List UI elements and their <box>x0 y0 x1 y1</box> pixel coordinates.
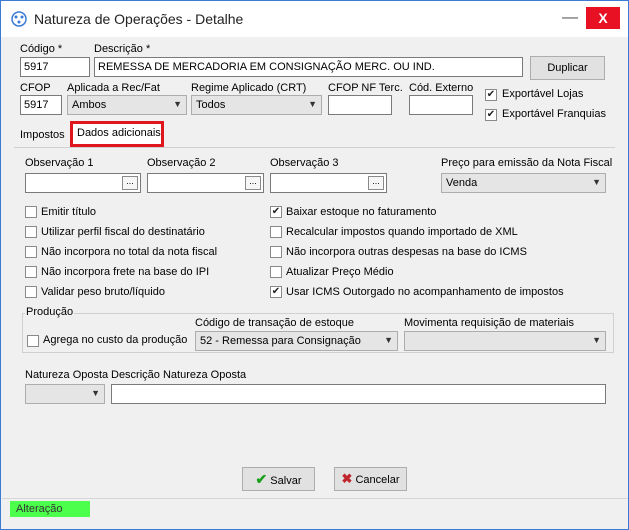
nao-incorpora-frete-label: Não incorpora frete na base do IPI <box>41 266 210 278</box>
tab-divider <box>14 147 615 148</box>
chevron-down-icon: ▼ <box>592 335 601 345</box>
cfop-label: CFOP <box>20 82 51 94</box>
obs1-ellipsis-button[interactable]: ... <box>122 176 138 190</box>
obs1-label: Observação 1 <box>25 157 94 169</box>
cod-externo-field[interactable] <box>409 95 473 115</box>
descricao-oposta-field[interactable] <box>111 384 606 404</box>
movimenta-label: Movimenta requisição de materiais <box>404 317 574 329</box>
regime-value: Todos <box>196 99 226 111</box>
codigo-transacao-label: Código de transação de estoque <box>195 317 355 329</box>
aplicada-value: Ambos <box>72 99 107 111</box>
codigo-field[interactable]: 5917 <box>20 57 90 77</box>
nao-incorpora-total-label: Não incorpora no total da nota fiscal <box>41 246 218 258</box>
cfop-field[interactable]: 5917 <box>20 95 62 115</box>
validar-peso-checkbox[interactable] <box>25 286 37 298</box>
salvar-button[interactable]: ✔ Salvar <box>242 467 315 491</box>
salvar-label: Salvar <box>270 475 302 487</box>
natureza-oposta-label: Natureza Oposta <box>25 369 109 381</box>
status-badge: Alteração <box>10 501 90 517</box>
app-icon <box>11 11 27 27</box>
minimize-button[interactable]: — <box>556 7 584 29</box>
descricao-label: Descrição * <box>94 43 151 55</box>
outras-despesas-checkbox[interactable] <box>270 246 282 258</box>
preco-select[interactable]: Venda ▼ <box>441 173 606 193</box>
aplicada-select[interactable]: Ambos ▼ <box>67 95 187 115</box>
agrega-custo-checkbox[interactable] <box>27 335 39 347</box>
movimenta-select[interactable]: ▼ <box>404 331 606 351</box>
baixar-estoque-checkbox[interactable]: ✔ <box>270 206 282 218</box>
perfil-fiscal-label: Utilizar perfil fiscal do destinatário <box>41 226 205 238</box>
status-bar <box>2 498 628 520</box>
chevron-down-icon: ▼ <box>91 388 100 398</box>
descricao-oposta-label: Descrição Natureza Oposta <box>111 369 247 381</box>
preco-label: Preço para emissão da Nota Fiscal <box>441 157 613 169</box>
checkmark-icon: ✔ <box>255 471 268 487</box>
cancel-x-icon: ✖ <box>341 471 353 486</box>
close-button[interactable]: X <box>586 7 620 29</box>
obs2-ellipsis-button[interactable]: ... <box>245 176 261 190</box>
chevron-down-icon: ▼ <box>384 335 393 345</box>
tab-impostos[interactable]: Impostos <box>16 129 69 141</box>
exportavel-lojas-label: Exportável Lojas <box>502 88 584 100</box>
chevron-down-icon: ▼ <box>308 99 317 109</box>
codigo-transacao-select[interactable]: 52 - Remessa para Consignação ▼ <box>195 331 398 351</box>
atualizar-preco-label: Atualizar Preço Médio <box>286 266 394 278</box>
obs3-ellipsis-button[interactable]: ... <box>368 176 384 190</box>
regime-select[interactable]: Todos ▼ <box>191 95 322 115</box>
cancelar-label: Cancelar <box>355 474 400 486</box>
outras-despesas-label: Não incorpora outras despesas na base do… <box>286 246 527 258</box>
cancelar-button[interactable]: ✖ Cancelar <box>334 467 407 491</box>
validar-peso-label: Validar peso bruto/líquido <box>41 286 165 298</box>
aplicada-label: Aplicada a Rec/Fat <box>67 82 160 94</box>
duplicar-button[interactable]: Duplicar <box>530 56 605 80</box>
exportavel-franquias-label: Exportável Franquias <box>502 108 606 120</box>
obs2-label: Observação 2 <box>147 157 216 169</box>
icms-outorgado-checkbox[interactable]: ✔ <box>270 286 282 298</box>
window-title: Natureza de Operações - Detalhe <box>34 11 244 27</box>
emitir-titulo-checkbox[interactable] <box>25 206 37 218</box>
agrega-custo-label: Agrega no custo da produção <box>43 334 188 346</box>
exportavel-lojas-checkbox[interactable]: ✔ <box>485 89 497 101</box>
natureza-oposta-select[interactable]: ▼ <box>25 384 105 404</box>
cfop-nf-field[interactable] <box>328 95 392 115</box>
cod-externo-label: Cód. Externo <box>409 82 474 94</box>
nao-incorpora-frete-checkbox[interactable] <box>25 266 37 278</box>
codigo-transacao-value: 52 - Remessa para Consignação <box>200 335 361 347</box>
tab-dados-adicionais[interactable]: Dados adicionais <box>73 127 165 139</box>
recalcular-impostos-checkbox[interactable] <box>270 226 282 238</box>
atualizar-preco-checkbox[interactable] <box>270 266 282 278</box>
chevron-down-icon: ▼ <box>173 99 182 109</box>
baixar-estoque-label: Baixar estoque no faturamento <box>286 206 437 218</box>
producao-label: Produção <box>25 306 75 318</box>
recalcular-impostos-label: Recalcular impostos quando importado de … <box>286 226 518 238</box>
cfop-nf-label: CFOP NF Terc. <box>328 82 403 94</box>
regime-label: Regime Aplicado (CRT) <box>191 82 307 94</box>
title-bar: Natureza de Operações - Detalhe — X <box>1 1 628 37</box>
codigo-label: Código * <box>20 43 63 55</box>
exportavel-franquias-checkbox[interactable]: ✔ <box>485 109 497 121</box>
obs3-label: Observação 3 <box>270 157 339 169</box>
nao-incorpora-total-checkbox[interactable] <box>25 246 37 258</box>
dialog-window: Natureza de Operações - Detalhe — X Códi… <box>0 0 629 530</box>
icms-outorgado-label: Usar ICMS Outorgado no acompanhamento de… <box>286 286 564 298</box>
descricao-field[interactable]: REMESSA DE MERCADORIA EM CONSIGNAÇÃO MER… <box>94 57 523 77</box>
emitir-titulo-label: Emitir título <box>41 206 97 218</box>
perfil-fiscal-checkbox[interactable] <box>25 226 37 238</box>
dialog-content: Código * 5917 Descrição * REMESSA DE MER… <box>10 37 619 497</box>
chevron-down-icon: ▼ <box>592 177 601 187</box>
preco-value: Venda <box>446 177 478 189</box>
